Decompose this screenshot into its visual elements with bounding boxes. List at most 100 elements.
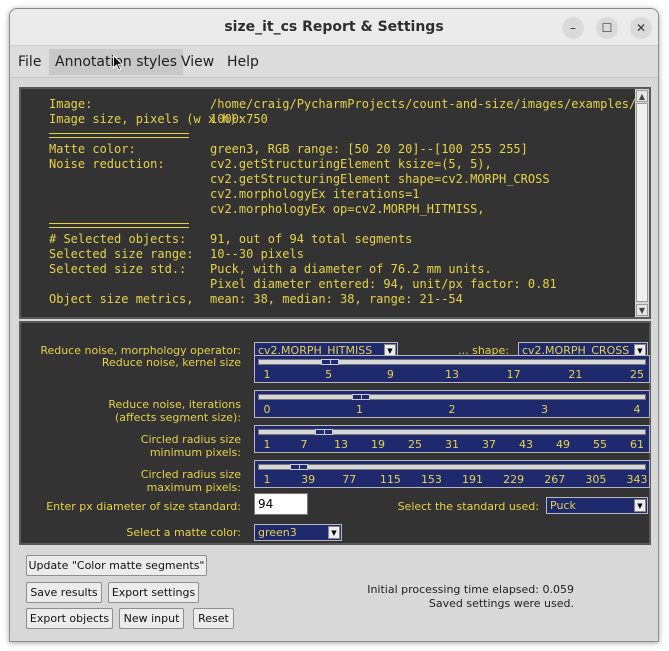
report-line: Matte color: green3, RGB range: [50 20 20… — [49, 142, 635, 157]
standard-label: Select the standard used: — [397, 500, 539, 513]
title-bar[interactable]: size_it_cs Report & Settings – ☐ ✕ — [10, 9, 658, 46]
report-value: 91, out of 94 total segments — [210, 232, 413, 246]
slider-tick-label: 9 — [386, 368, 394, 381]
slider-trough[interactable] — [258, 429, 646, 435]
report-value: mean: 38, median: 38, range: 21--54 — [210, 292, 463, 306]
new-input-button[interactable]: New input — [119, 608, 184, 629]
report-value: Puck, with a diameter of 76.2 mm units. — [210, 262, 492, 276]
slider-tick-label: 267 — [544, 473, 566, 486]
report-line: Selected size range: 10--30 pixels — [49, 247, 635, 262]
slider-tick-label: 0 — [263, 403, 271, 416]
slider-tick-label: 19 — [371, 438, 385, 451]
px-diameter-label: Enter px diameter of size standard: — [46, 500, 241, 513]
slider-tick-label: 13 — [445, 368, 459, 381]
slider-max-radius[interactable]: 1 39 77 115 153 191 229 267 305 343 — [254, 460, 650, 488]
report-value: cv2.getStructuringElement shape=cv2.MORP… — [210, 172, 550, 186]
slider-label-max-radius: Circled radius size — [140, 468, 241, 481]
slider-tick-label: 43 — [519, 438, 533, 451]
report-line: # Selected objects: 91, out of 94 total s… — [49, 232, 635, 247]
report-label: # Selected objects: — [49, 232, 187, 246]
report-label: Noise reduction: — [49, 157, 165, 171]
slider-tick-label: 229 — [503, 473, 525, 486]
report-label: Matte color: — [49, 142, 136, 156]
processing-time-status: Initial processing time elapsed: 0.059 — [367, 583, 574, 596]
report-line: Image: /home/craig/PycharmProjects/count-… — [49, 97, 635, 112]
slider-tick-label: 55 — [593, 438, 607, 451]
slider-tick-label: 1 — [263, 368, 271, 381]
report-label: Selected size range: — [49, 247, 194, 261]
report-line: cv2.morphologyEx op=cv2.MORPH_HITMISS, — [49, 202, 635, 217]
report-scrollbar[interactable]: ▲ ▼ — [635, 89, 649, 317]
report-line: Object size metrics, mean: 38, median: 38… — [49, 292, 635, 307]
slider-tick-label: 343 — [626, 473, 648, 486]
report-value: cv2.morphologyEx op=cv2.MORPH_HITMISS, — [210, 202, 485, 216]
slider-tick-label: 5 — [325, 368, 333, 381]
maximize-icon[interactable]: ☐ — [596, 17, 618, 39]
window-title: size_it_cs Report & Settings — [224, 19, 444, 35]
scroll-down-icon[interactable]: ▼ — [636, 304, 648, 316]
slider-trough[interactable] — [258, 359, 646, 365]
slider-tick-label: 21 — [568, 368, 583, 381]
slider-label-min-radius: minimum pixels: — [149, 446, 241, 459]
standard-value: Puck — [550, 499, 576, 512]
report-line: Pixel diameter entered: 94, unit/px fact… — [49, 277, 635, 292]
slider-trough[interactable] — [258, 394, 646, 400]
standard-select[interactable]: Puck ▼ — [546, 497, 648, 514]
slider-tick-label: 39 — [301, 473, 316, 486]
slider-tick-label: 305 — [585, 473, 607, 486]
scroll-up-icon[interactable]: ▲ — [636, 90, 648, 102]
slider-handle[interactable] — [351, 394, 370, 400]
slider-handle[interactable] — [290, 464, 309, 470]
slider-kernel[interactable]: 1 5 9 13 17 21 25 — [254, 355, 650, 383]
slider-tick-label: 25 — [630, 368, 644, 381]
report-value: /home/craig/PycharmProjects/count-and-si… — [210, 97, 635, 111]
report-label: Image size, pixels (w x h): — [49, 112, 245, 126]
chevron-down-icon[interactable]: ▼ — [328, 526, 340, 539]
menu-file[interactable]: File — [12, 49, 47, 75]
slider-tick-label: 13 — [334, 438, 348, 451]
report-separator — [49, 127, 189, 142]
slider-tick-label: 191 — [462, 473, 484, 486]
reset-button[interactable]: Reset — [193, 608, 234, 629]
slider-tick-label: 49 — [556, 438, 570, 451]
settings-panel: Reduce noise, morphology operator: cv2.M… — [19, 321, 651, 545]
slider-handle[interactable] — [320, 359, 339, 365]
export-objects-button[interactable]: Export objects — [26, 608, 113, 629]
slider-tick-label: 25 — [408, 438, 422, 451]
update-matte-button[interactable]: Update "Color matte segments" — [26, 555, 207, 576]
close-icon[interactable]: ✕ — [630, 17, 652, 39]
slider-label-iterations: Reduce noise, iterations — [108, 398, 241, 411]
matte-label: Select a matte color: — [126, 526, 241, 539]
slider-tick-label: 77 — [342, 473, 357, 486]
slider-ticks: 0 1 2 3 4 — [255, 403, 649, 417]
px-diameter-input[interactable]: 94 — [254, 493, 308, 515]
matte-select[interactable]: green3 ▼ — [254, 524, 342, 541]
slider-tick-label: 7 — [300, 438, 308, 451]
save-results-button[interactable]: Save results — [26, 582, 102, 603]
app-window: size_it_cs Report & Settings – ☐ ✕ File … — [9, 8, 659, 642]
report-line: Selected size std.: Puck, with a diameter… — [49, 262, 635, 277]
slider-handle[interactable] — [314, 429, 333, 435]
mouse-pointer-icon — [113, 55, 123, 71]
slider-trough[interactable] — [258, 464, 646, 470]
slider-iterations[interactable]: 0 1 2 3 4 — [254, 390, 650, 418]
chevron-down-icon[interactable]: ▼ — [634, 499, 646, 512]
report-text[interactable]: Image: /home/craig/PycharmProjects/count-… — [21, 89, 635, 317]
slider-tick-label: 3 — [541, 403, 548, 416]
report-line: cv2.getStructuringElement shape=cv2.MORP… — [49, 172, 635, 187]
report-line: Noise reduction: cv2.getStructuringElemen… — [49, 157, 635, 172]
scroll-thumb[interactable] — [636, 103, 648, 302]
slider-label-kernel: Reduce noise, kernel size — [101, 356, 241, 369]
slider-tick-label: 1 — [263, 473, 271, 486]
menu-bar: File Annotation styles View Help — [10, 46, 658, 78]
slider-min-radius[interactable]: 1 7 13 19 25 31 37 43 49 55 61 — [254, 425, 650, 453]
menu-view[interactable]: View — [175, 49, 220, 75]
slider-tick-label: 37 — [482, 438, 496, 451]
report-line: cv2.morphologyEx iterations=1 — [49, 187, 635, 202]
report-label: Image: — [49, 97, 93, 111]
report-value: green3, RGB range: [50 20 20]--[100 255 … — [210, 142, 528, 156]
minimize-icon[interactable]: – — [562, 17, 584, 39]
menu-help[interactable]: Help — [221, 49, 265, 75]
report-value: cv2.morphologyEx iterations=1 — [210, 187, 420, 201]
export-settings-button[interactable]: Export settings — [108, 582, 199, 603]
